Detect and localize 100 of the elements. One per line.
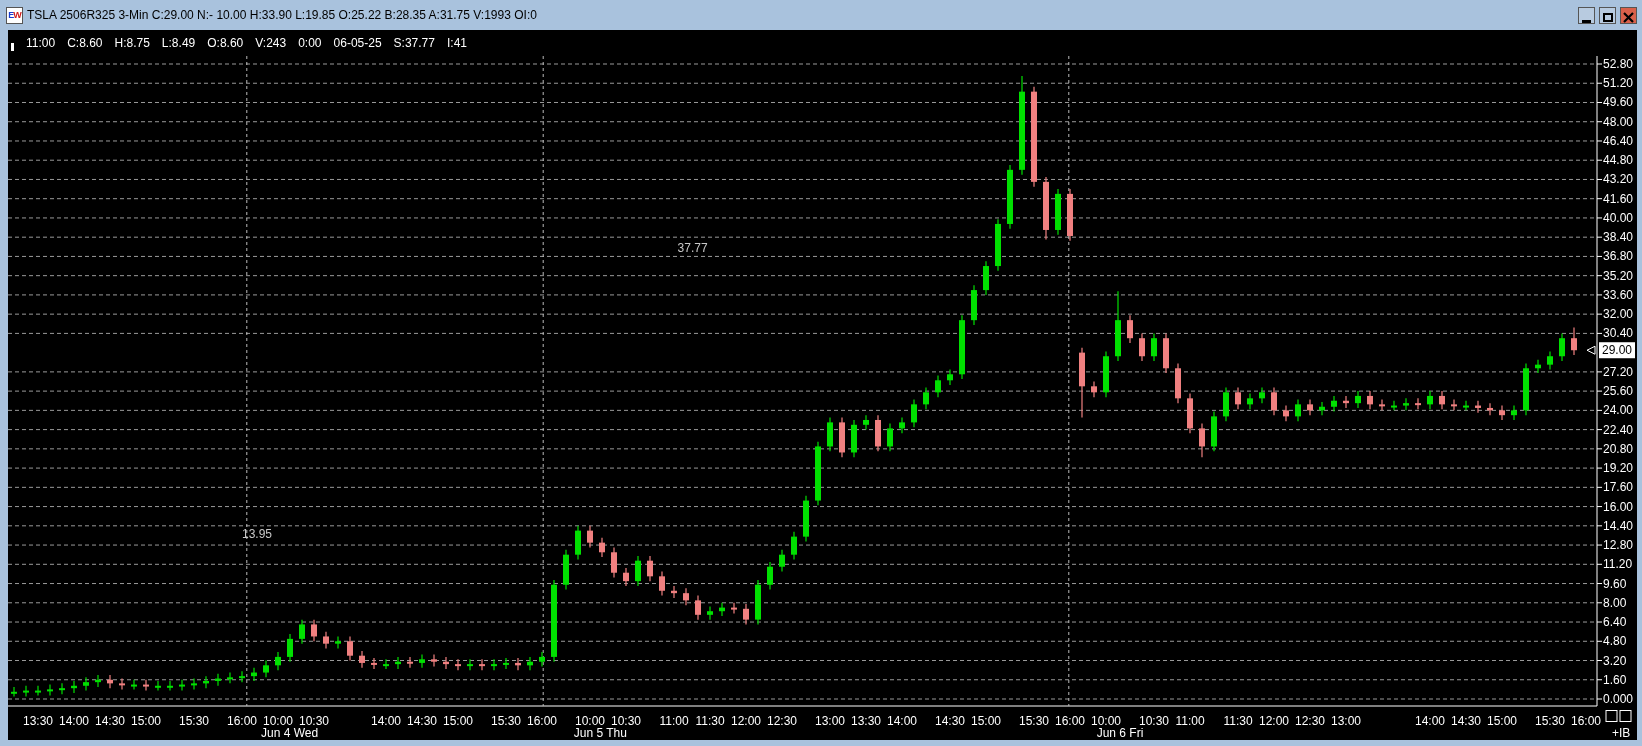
axis-label: 12:00 [731,714,761,728]
axis-label: 16.00 [1603,499,1634,514]
candlestick [1307,398,1313,416]
value-label: 37.77 [677,240,708,255]
candlestick [1223,386,1229,422]
axis-label: 6.40 [1603,615,1627,630]
candlestick [971,284,977,326]
candlestick [239,670,245,683]
candlestick [1379,398,1385,411]
candlestick [503,657,509,670]
close-button[interactable] [1620,6,1637,24]
candlestick [47,683,53,696]
date-label: Jun 5 Thu [573,726,627,740]
candlestick [743,603,749,626]
candlestick [1283,404,1289,422]
candlestick [143,679,149,692]
candlestick [1127,314,1133,344]
axis-label: 46.40 [1603,133,1634,148]
axis-label: 33.60 [1603,287,1634,302]
candlestick [911,398,917,428]
candlestick [335,635,341,650]
axis-label: 44.80 [1603,153,1634,168]
axis-label: 11:00 [1175,714,1205,728]
candlestick [1295,398,1301,422]
candlestick [767,561,773,591]
axis-label: 1.60 [1603,672,1627,687]
candlestick [23,685,29,698]
axis-label: 16:00 [527,714,557,728]
axis-label: 10:00 [263,714,293,728]
axis-label: 15:30 [1019,714,1049,728]
axis-label: 10:00 [575,714,605,728]
candlestick [359,650,365,669]
candlestick [299,619,305,645]
minimize-button[interactable] [1578,6,1595,24]
candlestick [1235,386,1241,410]
candlestick [1259,386,1265,404]
candlestick [1067,188,1073,242]
axis-label: 11:00 [659,714,689,728]
axis-label: 49.60 [1603,95,1634,110]
candlestick [287,633,293,663]
axis-label: 25.60 [1603,384,1634,399]
candlestick [959,314,965,380]
axis-label: 14:30 [935,714,965,728]
axis-label: 14:00 [1415,714,1445,728]
axis-label: 24.00 [1603,403,1634,418]
candlestick [827,416,833,452]
candlestick [1199,423,1205,458]
square-icon[interactable] [1605,710,1618,722]
info-value: H:8.75 [114,35,150,52]
candlestick [443,656,449,670]
square-icon[interactable] [1619,710,1632,722]
info-value: S:37.77 [393,35,435,52]
candlestick [587,525,593,549]
candlestick [467,658,473,671]
axis-label: 14:30 [1451,714,1481,728]
candlestick [1523,362,1529,416]
candlestick [119,677,125,690]
axis-label: 15:30 [491,714,521,728]
window-title: TSLA 2506R325 3-Min C:29.00 N:- 10.00 H:33.90 L:19.85 O:25.22 B:28.35 A:31.75 V:1993 OI:0 [27,7,537,24]
candlestick [1187,392,1193,434]
axis-label: 11:30 [1223,714,1253,728]
date-label: Jun 6 Fri [1096,726,1144,740]
candlestick [563,549,569,591]
info-value: O:8.60 [207,35,244,52]
axis-label: 4.80 [1603,634,1627,649]
candlestick [1391,400,1397,411]
value-label: 13.95 [242,526,273,541]
candlestick [1439,390,1445,410]
axis-label: 10:00 [1091,714,1121,728]
axis-label: 15:00 [971,714,1001,728]
axis-label: 14:00 [887,714,917,728]
candlestick [539,651,545,668]
info-value: C:8.60 [67,35,103,52]
axis-label: 30.40 [1603,326,1634,341]
candlestick [311,619,317,642]
candlestick [215,673,221,687]
candlestick [1367,390,1373,410]
candlestick [527,656,533,671]
axis-label: 14:30 [407,714,437,728]
maximize-button[interactable] [1599,6,1616,24]
axis-label: 15:00 [1487,714,1517,728]
axis-label: 27.20 [1603,364,1634,379]
axis-label: 8.00 [1603,595,1627,610]
candlestick [1079,347,1085,419]
axis-label: 52.80 [1603,57,1634,71]
candlestick [875,414,881,452]
candlestick [419,653,425,669]
axis-label: 0.000 [1603,692,1634,706]
candlestick [227,671,233,684]
candlestick [371,657,377,670]
axis-label: 15:30 [1535,714,1565,728]
candlestick [1043,176,1049,241]
axis-label: 14:00 [371,714,401,728]
info-value: V:243 [255,35,287,52]
candlestick [851,419,857,458]
info-value: 06-05-25 [333,35,382,52]
candlestick [1571,326,1577,356]
axis-label: 43.20 [1603,172,1634,187]
axis-label: 14.40 [1603,518,1634,533]
candlestick [1343,395,1349,409]
